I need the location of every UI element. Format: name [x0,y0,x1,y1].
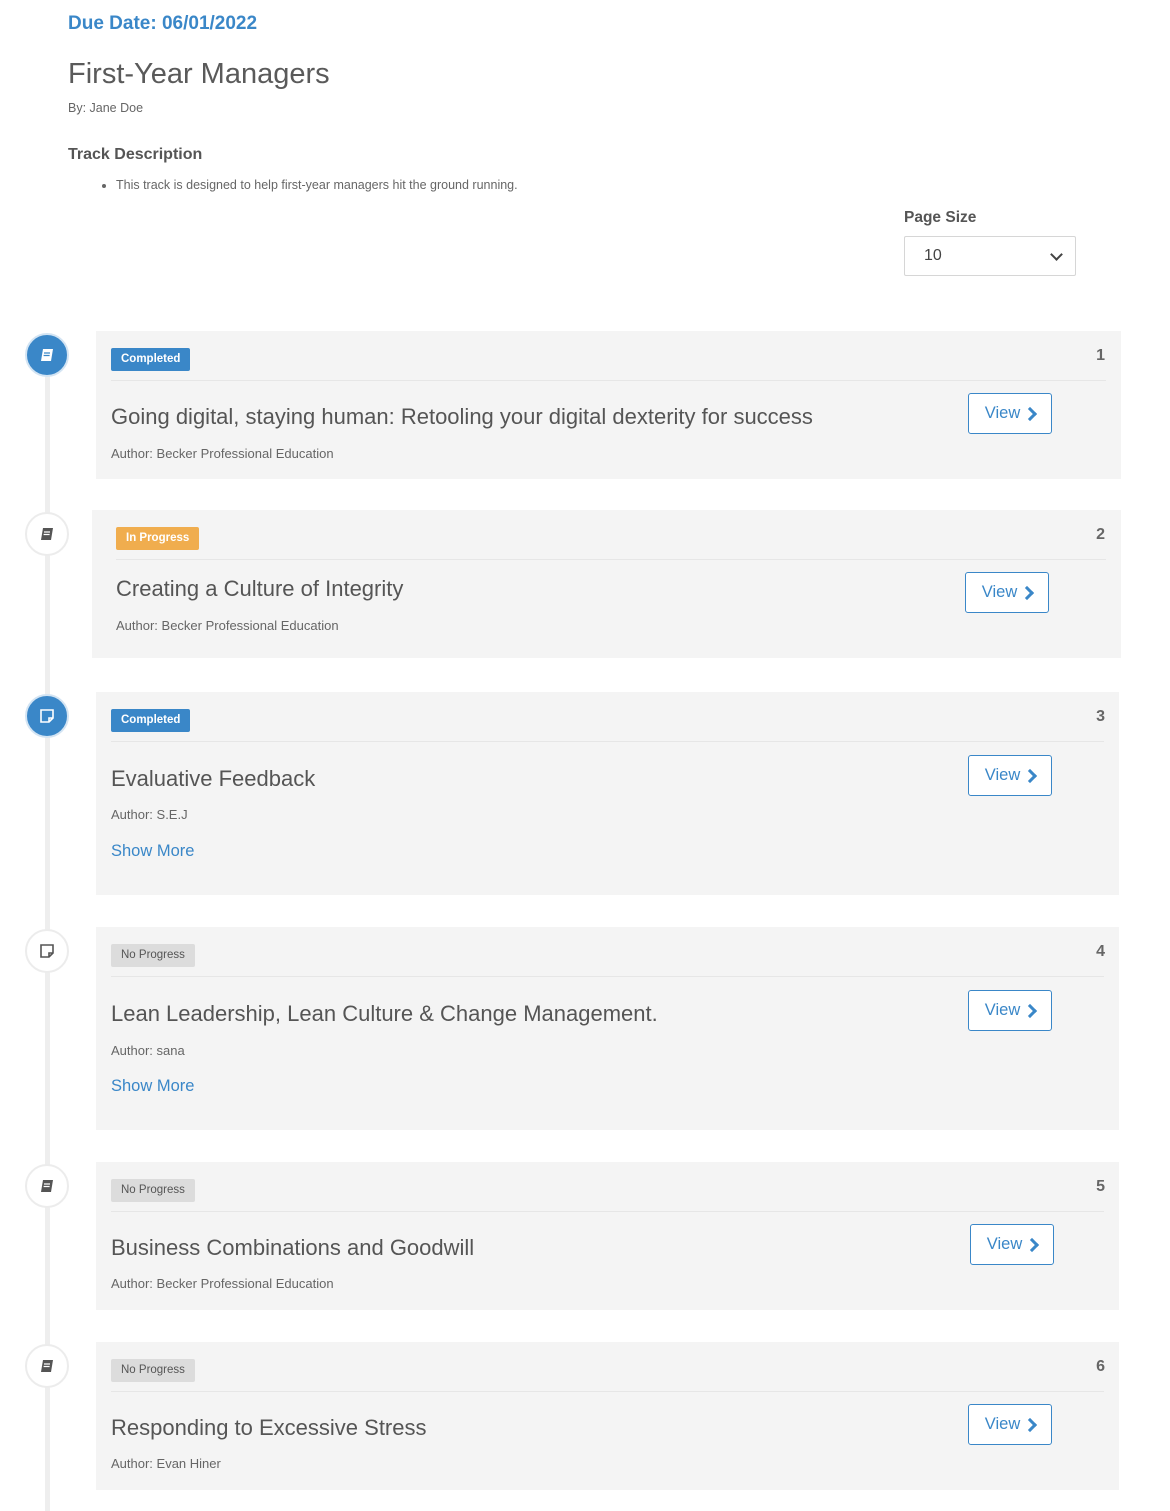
book-icon [41,1180,53,1192]
status-badge: No Progress [111,1359,195,1382]
track-item-card: Completed 3 Evaluative Feedback Author: … [96,692,1119,895]
view-button-label: View [984,766,1021,784]
item-number: 1 [1096,347,1105,364]
note-icon [40,944,54,958]
item-number: 4 [1096,943,1105,960]
item-title: Lean Leadership, Lean Culture & Change M… [111,1001,658,1026]
chevron-right-icon [1023,1417,1038,1432]
item-author: Author: Becker Professional Education [111,446,334,461]
view-button-label: View [984,1001,1021,1019]
card-divider [111,1391,1104,1392]
page-size-select[interactable]: 10 [904,236,1076,276]
track-item-card: Completed 1 Going digital, staying human… [96,331,1121,479]
chevron-right-icon [1023,768,1038,783]
view-button-label: View [984,404,1021,422]
item-number: 6 [1096,1358,1105,1375]
item-number: 3 [1096,708,1105,725]
item-author: Author: S.E.J [111,807,188,822]
chevron-right-icon [1023,406,1038,421]
page-size-label: Page Size [904,209,977,226]
timeline-node [25,512,69,556]
status-badge: No Progress [111,944,195,967]
page-title: First-Year Managers [68,58,330,90]
timeline-node [25,694,69,738]
book-icon [41,528,53,540]
chevron-right-icon [1020,585,1035,600]
timeline-node [25,333,69,377]
show-more-link[interactable]: Show More [111,1077,194,1096]
card-divider [111,976,1104,977]
book-icon [41,1360,53,1372]
item-title: Responding to Excessive Stress [111,1415,427,1440]
track-item-card: In Progress 2 Creating a Culture of Inte… [92,510,1121,658]
item-number: 5 [1096,1178,1105,1195]
chevron-down-icon [1050,247,1063,261]
book-icon [41,349,53,361]
item-title: Evaluative Feedback [111,766,316,791]
track-description-item: This track is designed to help first-yea… [116,178,518,192]
status-badge: Completed [111,709,191,732]
view-button-label: View [986,1235,1023,1253]
track-item-card: No Progress 4 Lean Leadership, Lean Cult… [96,927,1119,1130]
card-divider [111,741,1104,742]
chevron-right-icon [1025,1237,1040,1252]
timeline-node [25,1344,69,1388]
item-author: Author: Becker Professional Education [116,618,339,633]
view-button[interactable]: View [968,1404,1052,1445]
track-description-list: This track is designed to help first-yea… [98,178,518,192]
note-icon [40,709,54,723]
view-button-label: View [984,1415,1021,1433]
item-author: Author: sana [111,1043,185,1058]
item-title: Creating a Culture of Integrity [116,576,404,601]
chevron-right-icon [1023,1003,1038,1018]
timeline-node [25,1164,69,1208]
track-description-heading: Track Description [68,146,203,163]
view-button[interactable]: View [968,755,1052,796]
view-button[interactable]: View [965,572,1049,613]
status-badge: No Progress [111,1179,195,1202]
item-author: Author: Becker Professional Education [111,1276,334,1291]
item-number: 2 [1096,526,1105,543]
view-button[interactable]: View [970,1224,1054,1265]
track-item-card: No Progress 5 Business Combinations and … [96,1162,1119,1310]
status-badge: Completed [111,348,191,371]
page-size-value: 10 [924,247,942,264]
status-badge: In Progress [116,527,200,550]
show-more-link[interactable]: Show More [111,842,194,861]
item-title: Business Combinations and Goodwill [111,1235,475,1260]
card-divider [111,380,1106,381]
track-item-card: No Progress 6 Responding to Excessive St… [96,1342,1119,1490]
card-divider [111,1211,1104,1212]
track-author: By: Jane Doe [68,101,144,115]
item-title: Going digital, staying human: Retooling … [111,404,813,429]
timeline-node [25,929,69,973]
view-button-label: View [981,583,1018,601]
item-author: Author: Evan Hiner [111,1456,221,1471]
due-date: Due Date: 06/01/2022 [68,13,258,34]
card-divider [116,559,1106,560]
view-button[interactable]: View [968,393,1052,434]
view-button[interactable]: View [968,990,1052,1031]
